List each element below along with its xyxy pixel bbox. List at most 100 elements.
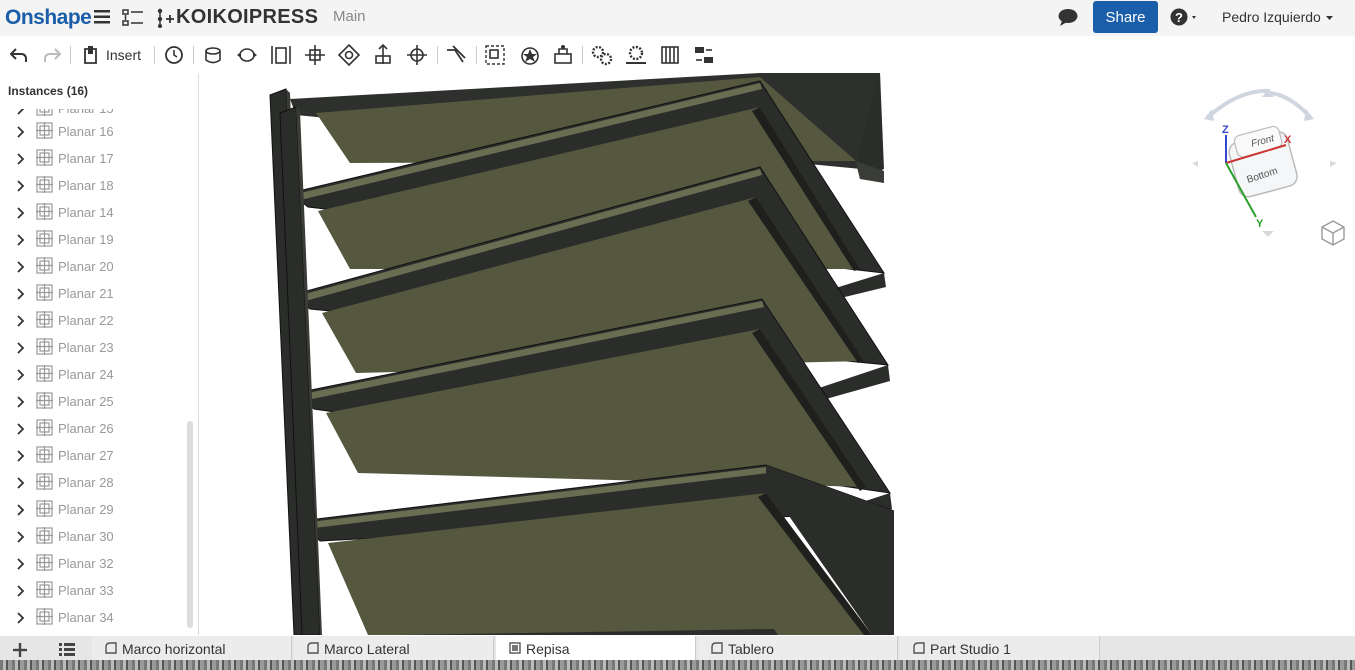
graphics-viewport[interactable]: Front Bottom Z X Y [200,73,1355,635]
list-item-label: Planar 30 [58,529,114,544]
list-item-label: Planar 14 [58,205,114,220]
list-item[interactable]: Planar 14 [0,199,185,226]
list-item-label: Planar 22 [58,313,114,328]
revolute-mate-icon[interactable] [236,45,258,65]
clock-icon[interactable] [163,45,185,65]
list-item[interactable]: Planar 21 [0,280,185,307]
branch-name[interactable]: Main [333,8,366,25]
cylindrical-mate-icon[interactable] [338,44,360,66]
planar-mate-icon [36,257,53,279]
fastened-mate-icon[interactable] [202,45,224,65]
tab-marco-horizontal[interactable]: Marco horizontal [92,636,292,662]
chevron-right-icon[interactable] [17,125,25,143]
list-item[interactable]: Planar 24 [0,361,185,388]
list-item[interactable]: Planar 30 [0,523,185,550]
shelf-panel[interactable] [298,464,895,635]
pin-slot-mate-icon[interactable] [372,44,394,65]
list-item[interactable]: Planar 17 [0,145,185,172]
tab-part-studio-1[interactable]: Part Studio 1 [900,636,1100,662]
chevron-right-icon[interactable] [17,422,25,440]
list-item-label: Planar 20 [58,259,114,274]
view-cube[interactable]: Front Bottom Z X Y [1190,85,1340,245]
replicate-icon[interactable] [552,45,574,65]
insert-icon[interactable] [80,45,102,65]
mate-connector-icon[interactable] [519,45,541,65]
share-button[interactable]: Share [1093,1,1158,33]
tab-marco-lateral[interactable]: Marco Lateral [294,636,494,662]
tangent-mate-icon[interactable] [445,45,467,65]
screw-relation-icon[interactable] [659,45,681,65]
chevron-right-icon[interactable] [17,557,25,575]
list-item[interactable]: Planar 22 [0,307,185,334]
view-cube-menu-icon[interactable] [1320,219,1346,252]
list-item[interactable]: Planar 29 [0,496,185,523]
chevron-right-icon[interactable] [17,530,25,548]
planar-mate-icon[interactable] [304,45,326,65]
undo-icon[interactable] [8,45,30,65]
chevron-right-icon[interactable] [17,395,25,413]
chevron-right-icon[interactable] [17,179,25,197]
chevron-right-icon[interactable] [17,476,25,494]
gear-relation-icon[interactable] [591,45,613,66]
chevron-right-icon[interactable] [17,449,25,467]
list-item[interactable]: Planar 26 [0,415,185,442]
rack-pinion-icon[interactable] [625,45,647,65]
user-name: Pedro Izquierdo [1222,9,1321,25]
chevron-right-icon[interactable] [17,152,25,170]
tab-repisa[interactable]: Repisa [496,636,696,662]
list-item-label: Planar 27 [58,448,114,463]
planar-mate-icon [36,149,53,171]
list-item[interactable]: Planar 34 [0,604,185,631]
list-item-label: Planar 21 [58,286,114,301]
sidebar-scrollbar[interactable] [187,421,193,628]
planar-mate-icon [36,311,53,333]
tab-label: Tablero [728,641,774,657]
slider-mate-icon[interactable] [270,45,292,65]
linear-relation-icon[interactable] [693,45,715,65]
list-item[interactable]: Planar 28 [0,469,185,496]
chevron-right-icon[interactable] [17,341,25,359]
chevron-right-icon[interactable] [17,260,25,278]
group-icon[interactable] [484,45,506,65]
chevron-right-icon[interactable] [17,206,25,224]
list-item-label: Planar 32 [58,556,114,571]
list-item[interactable]: Planar 18 [0,172,185,199]
insert-button[interactable]: Insert [106,47,141,63]
user-menu[interactable]: Pedro Izquierdo [1222,9,1335,25]
chevron-right-icon[interactable] [17,584,25,602]
help-icon[interactable]: ? [1170,8,1200,28]
list-item[interactable]: Planar 16 [0,118,185,145]
list-item[interactable]: Planar 27 [0,442,185,469]
tab-tablero[interactable]: Tablero [698,636,898,662]
list-item[interactable]: Planar 32 [0,550,185,577]
onshape-logo[interactable]: Onshape [5,6,92,30]
chevron-right-icon[interactable] [17,611,25,629]
document-title[interactable]: KOIKOIPRESS [176,6,318,29]
chevron-right-icon[interactable] [17,233,25,251]
shelf-model-render[interactable] [200,73,1355,635]
chevron-right-icon[interactable] [17,314,25,332]
chevron-right-icon[interactable] [17,287,25,305]
feature-list-icon[interactable] [122,8,144,28]
planar-mate-icon [36,284,53,306]
planar-mate-icon [36,419,53,441]
planar-mate-icon [36,554,53,576]
ball-mate-icon[interactable] [406,45,428,65]
chevron-right-icon[interactable] [17,368,25,386]
list-item-label: Planar 29 [58,502,114,517]
toolbar-divider [70,46,71,64]
list-item-label: Planar 23 [58,340,114,355]
list-item[interactable]: Planar 25 [0,388,185,415]
assembly-icon [508,641,522,658]
list-item[interactable]: Planar 33 [0,577,185,604]
part-studio-icon [710,641,724,658]
version-graph-icon[interactable] [155,8,175,28]
comment-icon[interactable] [1058,8,1078,26]
list-item[interactable]: Planar 19 [0,226,185,253]
chevron-right-icon[interactable] [17,503,25,521]
redo-icon[interactable] [41,45,63,65]
list-item[interactable]: Planar 23 [0,334,185,361]
hamburger-menu-icon[interactable] [94,10,110,24]
list-item-label: Planar 26 [58,421,114,436]
list-item[interactable]: Planar 20 [0,253,185,280]
